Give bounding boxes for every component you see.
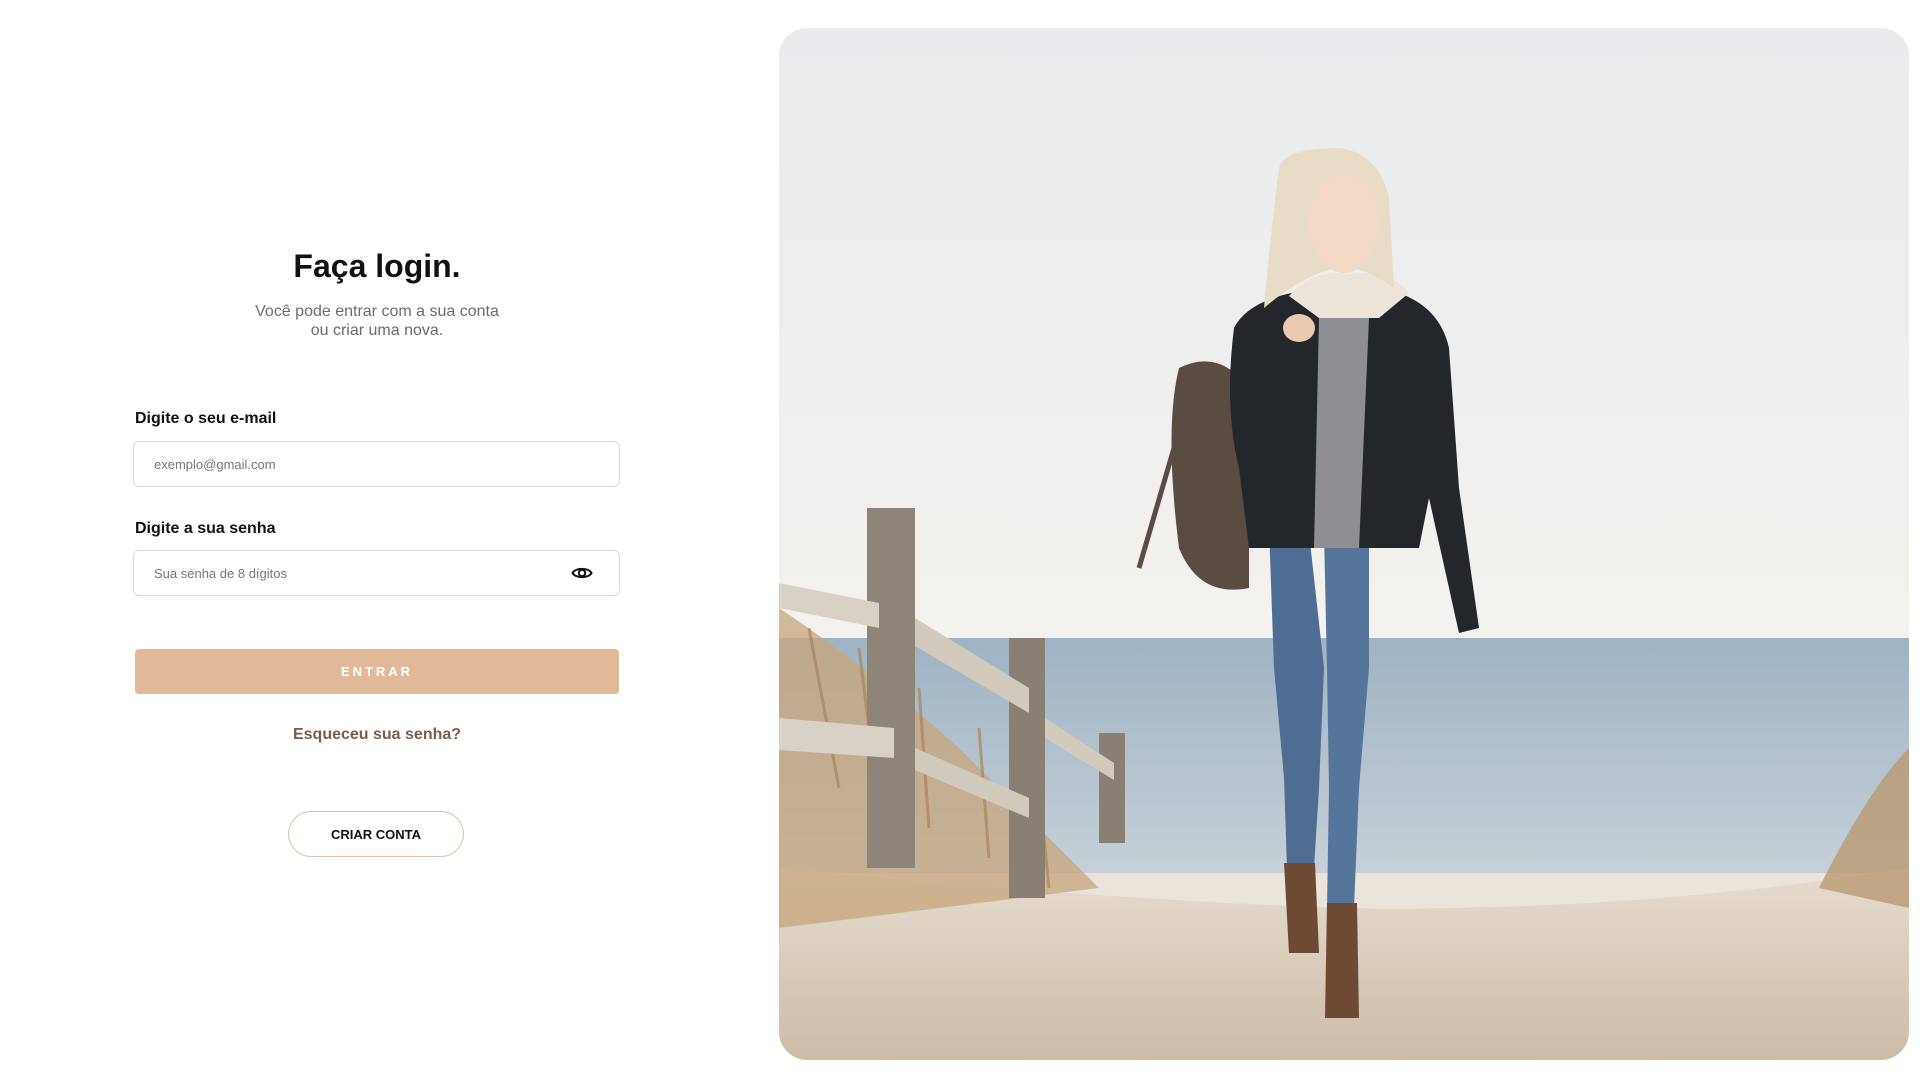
- email-input[interactable]: [154, 442, 554, 486]
- password-field-wrapper: [133, 550, 620, 596]
- page-subtitle: Você pode entrar com a sua conta ou cria…: [132, 302, 622, 340]
- subtitle-line-1: Você pode entrar com a sua conta: [255, 303, 499, 320]
- login-page: Faça login. Você pode entrar com a sua c…: [0, 0, 1920, 1080]
- password-label: Digite a sua senha: [135, 520, 276, 537]
- password-input[interactable]: [154, 551, 554, 595]
- create-account-button[interactable]: CRIAR CONTA: [288, 811, 464, 857]
- forgot-password-link[interactable]: Esqueceu sua senha?: [132, 726, 622, 744]
- email-label: Digite o seu e-mail: [135, 410, 277, 427]
- email-field-wrapper: [133, 441, 620, 487]
- subtitle-line-2: ou criar uma nova.: [310, 322, 444, 339]
- submit-button[interactable]: ENTRAR: [135, 649, 619, 694]
- eye-icon[interactable]: [571, 564, 593, 582]
- hero-photo: [779, 28, 1909, 1060]
- page-title: Faça login.: [293, 248, 461, 284]
